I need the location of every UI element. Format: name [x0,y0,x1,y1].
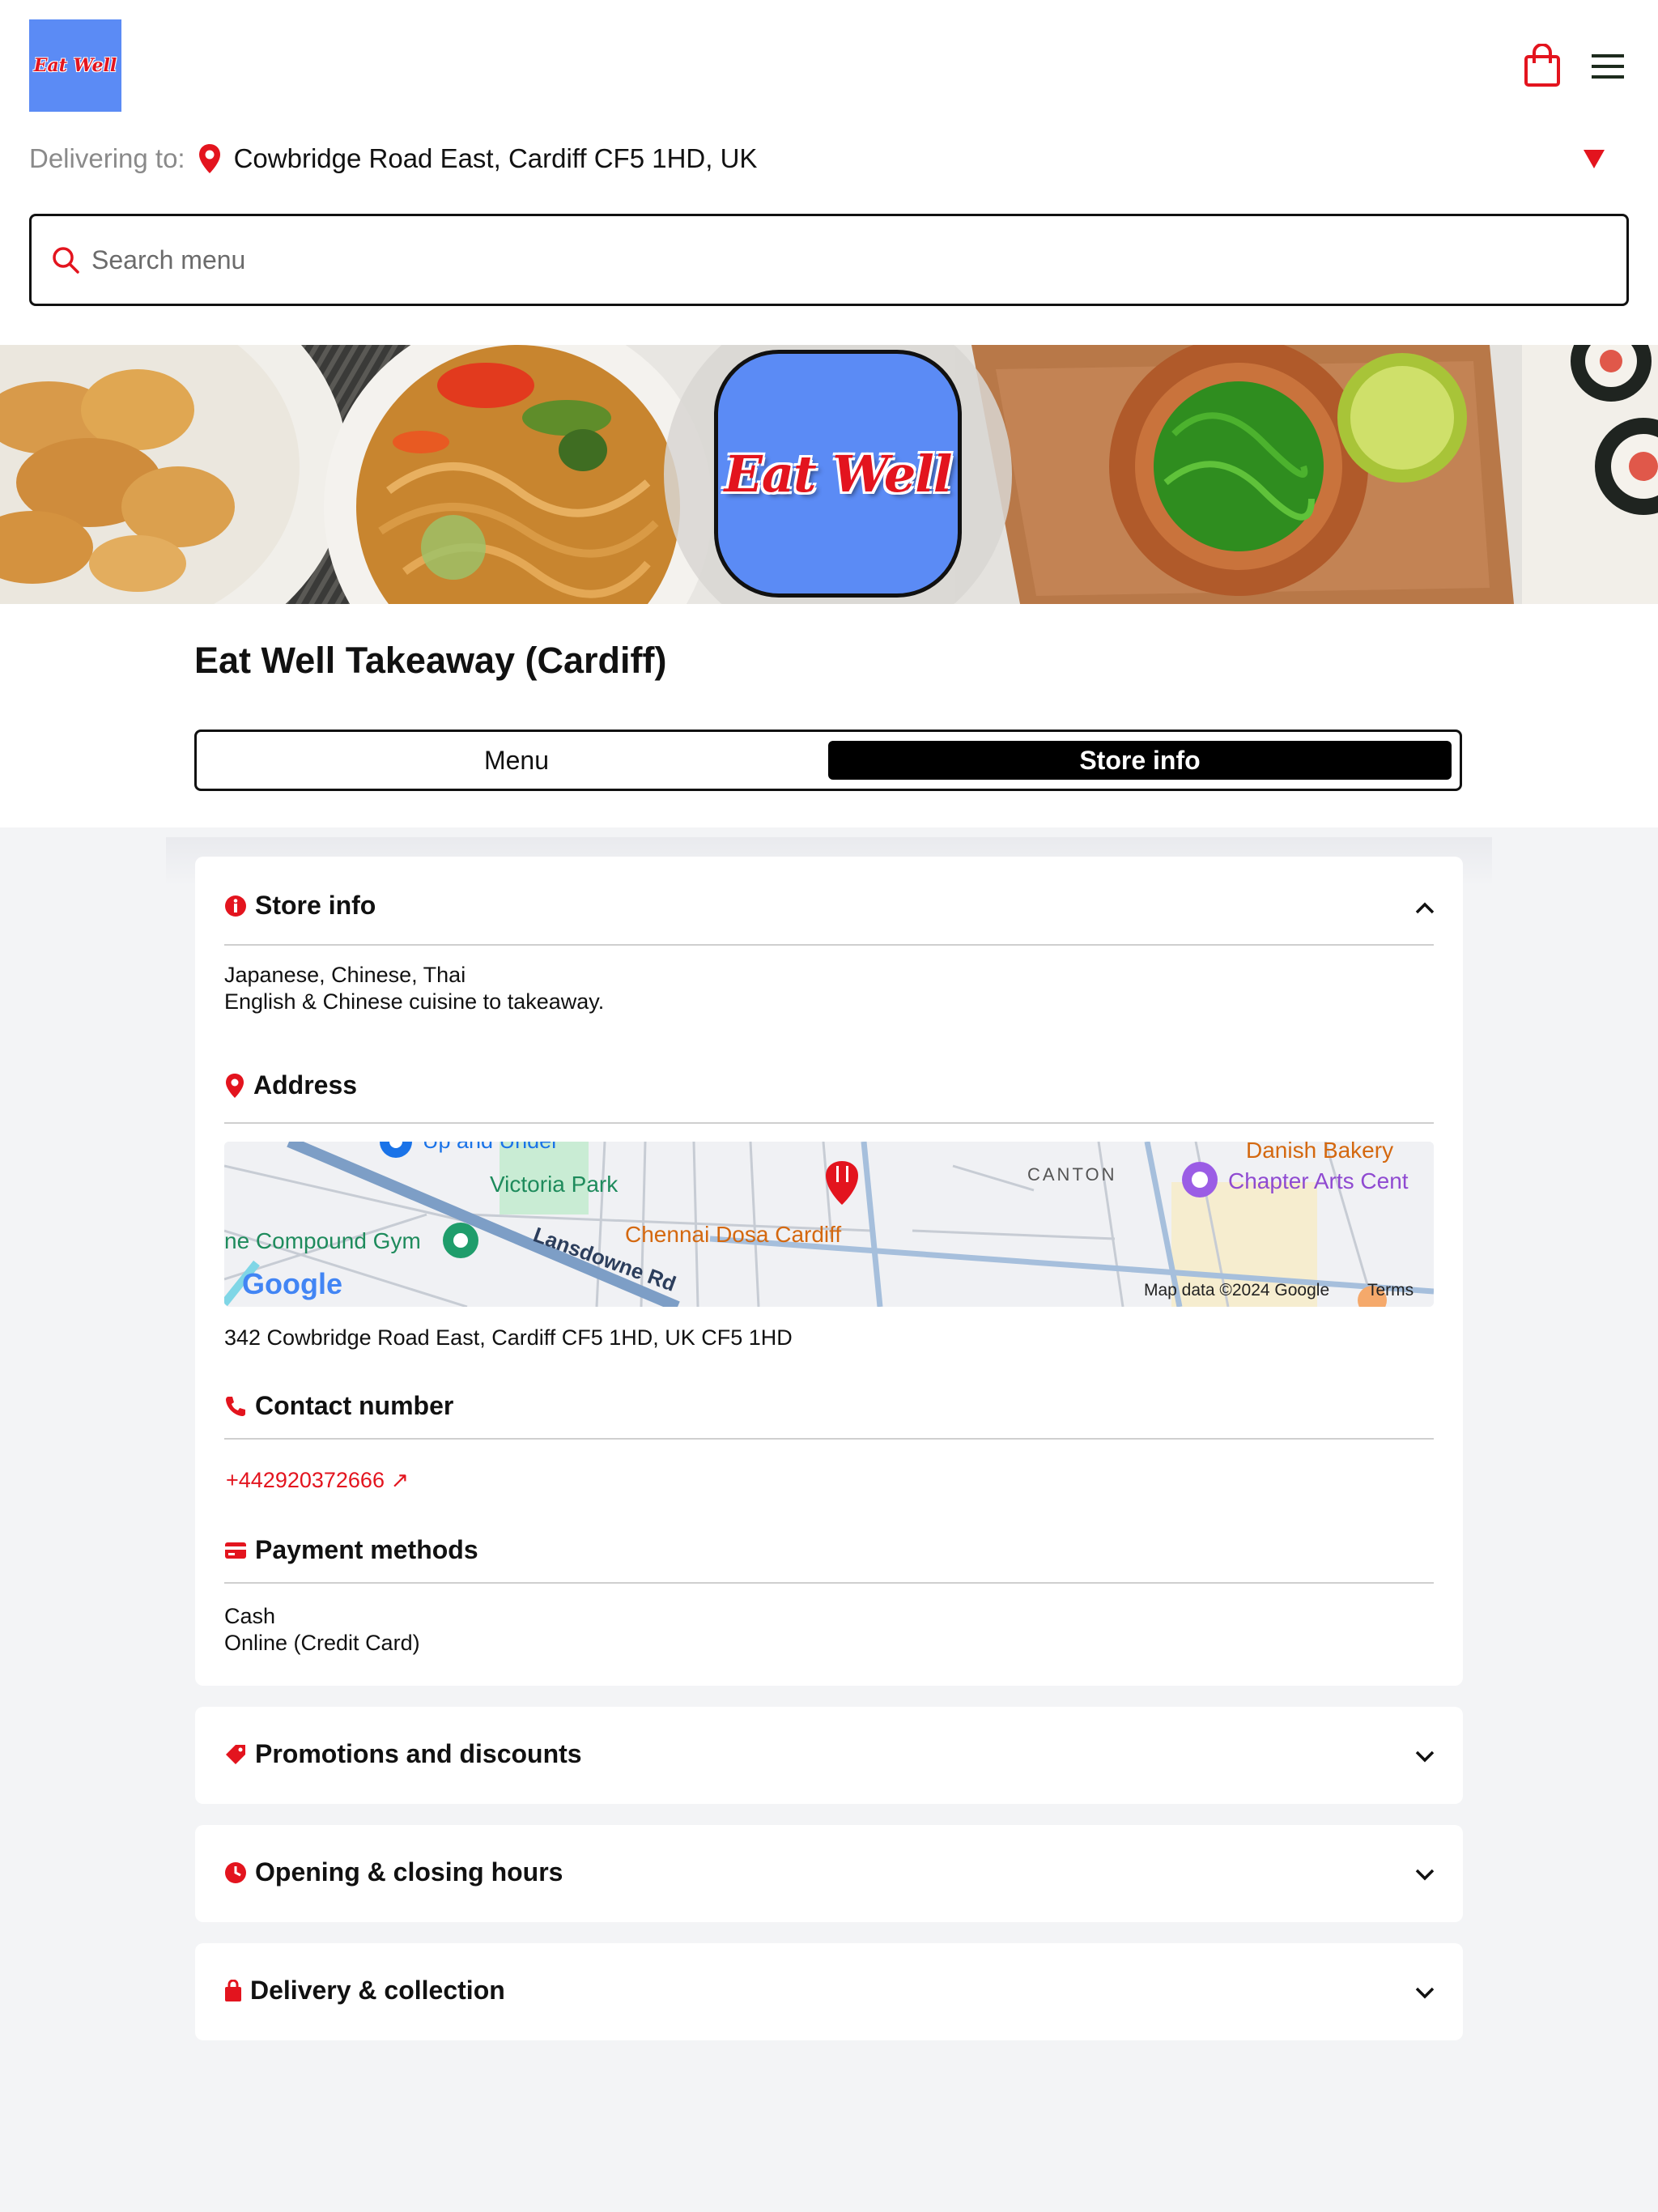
map-label-up-and-under: Up and Under [423,1142,559,1153]
search-input[interactable] [91,245,1549,275]
logo[interactable]: Eat Well [29,19,121,112]
opening-hours-card[interactable]: Opening & closing hours [195,1825,1463,1922]
map-label-chapter: Chapter Arts Cent [1228,1168,1409,1193]
divider [224,944,1434,946]
chevron-down-icon[interactable] [1414,1867,1435,1882]
info-icon [225,895,246,917]
store-header: Eat Well Takeaway (Cardiff) Menu Store i… [0,604,1658,827]
payment-methods: Cash Online (Credit Card) [224,1603,420,1657]
tab-store-info[interactable]: Store info [828,741,1452,780]
hamburger-menu-icon[interactable] [1592,53,1624,79]
store-tabs: Menu Store info [194,730,1462,791]
bag-icon [225,1979,241,2001]
store-logo-text: Eat Well [724,444,953,504]
address-header: Address [224,1070,357,1100]
delivering-label: Delivering to: [29,143,185,173]
opening-hours-header[interactable]: Opening & closing hours [224,1857,563,1887]
store-map[interactable]: Up and Under Victoria Park CANTON Danish… [224,1142,1434,1307]
store-info-card: Store info Japanese, Chinese, Thai Engli… [195,857,1463,1686]
contact-heading: Contact number [255,1391,454,1420]
payment-method: Online (Credit Card) [224,1631,420,1655]
top-header: Eat Well Delivering to: Cowbridge Road E… [0,0,1658,345]
payment-method: Cash [224,1604,276,1628]
phone-row: +442920372666 ↗ [226,1467,409,1494]
credit-card-icon [225,1542,246,1559]
delivery-header[interactable]: Delivery & collection [224,1976,505,2006]
opening-hours-heading: Opening & closing hours [255,1857,563,1887]
logo-text: Eat Well [33,55,117,76]
store-title: Eat Well Takeaway (Cardiff) [194,640,667,681]
delivery-card[interactable]: Delivery & collection [195,1943,1463,2040]
promotions-heading: Promotions and discounts [255,1739,582,1768]
divider [224,1438,1434,1440]
phone-link[interactable]: +442920372666 ↗ [226,1468,409,1492]
map-label-danish-bakery: Danish Bakery [1246,1142,1393,1163]
store-banner: Eat Well [0,345,1658,604]
map-terms-link[interactable]: Terms [1367,1281,1414,1300]
map-label-chennai: Chennai Dosa Cardiff [625,1222,841,1247]
tag-icon [226,1744,245,1764]
store-info-body: Japanese, Chinese, Thai English & Chines… [224,962,604,1015]
store-info-header[interactable]: Store info [224,891,376,921]
delivery-address-selector[interactable]: Delivering to: Cowbridge Road East, Card… [29,138,1616,180]
chevron-down-icon[interactable] [1414,1749,1435,1763]
chevron-up-icon[interactable] [1414,900,1435,915]
address-heading: Address [253,1070,358,1100]
delivery-address: Cowbridge Road East, Cardiff CF5 1HD, UK [233,143,758,173]
divider [224,1582,1434,1584]
map-canvas: Up and Under Victoria Park CANTON Danish… [224,1142,1434,1307]
map-label-canton: CANTON [1027,1164,1117,1185]
chevron-down-icon[interactable] [1414,1985,1435,2000]
location-pin-icon [198,144,220,173]
store-description: English & Chinese cuisine to takeaway. [224,989,605,1014]
divider [224,1122,1434,1124]
delivery-heading: Delivery & collection [250,1976,505,2005]
map-attribution: Map data ©2024 Google [1144,1281,1329,1300]
shopping-bag-icon[interactable] [1524,44,1561,87]
clock-icon [225,1861,246,1883]
cuisines: Japanese, Chinese, Thai [224,963,466,987]
caret-down-icon[interactable] [1582,147,1606,170]
map-label-victoria-park: Victoria Park [490,1172,619,1197]
full-address: 342 Cowbridge Road East, Cardiff CF5 1HD… [224,1325,793,1350]
payment-header: Payment methods [224,1535,478,1565]
location-pin-icon [226,1073,244,1098]
store-logo: Eat Well [714,350,962,598]
map-label-compound-gym: ne Compound Gym [224,1228,421,1253]
search-bar[interactable] [29,214,1629,306]
promotions-header[interactable]: Promotions and discounts [224,1739,582,1769]
phone-icon [226,1396,245,1416]
google-logo: Google [242,1267,342,1300]
contact-header: Contact number [224,1391,453,1421]
promotions-card[interactable]: Promotions and discounts [195,1707,1463,1804]
search-icon [53,247,79,274]
tab-menu[interactable]: Menu [205,741,828,780]
payment-heading: Payment methods [255,1535,478,1564]
store-info-heading: Store info [255,891,376,920]
